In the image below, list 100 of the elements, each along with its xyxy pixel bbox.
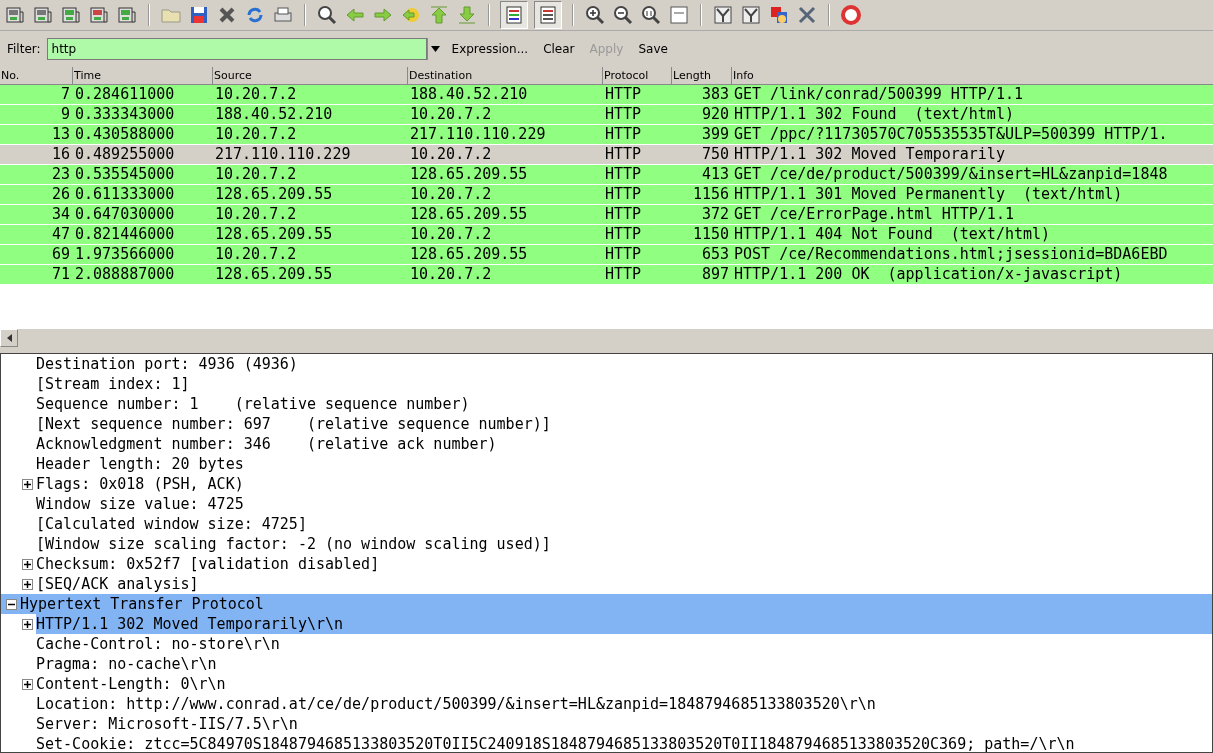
zoom-reset-icon[interactable] [640,4,662,26]
tree-item[interactable]: [Calculated window size: 4725] [36,514,309,534]
scroll-left-button[interactable] [0,329,18,347]
stop-capture-icon[interactable] [88,4,110,26]
tree-item[interactable]: Server: Microsoft-IIS/7.5\r\n [36,714,300,734]
table-cell-text: 10.20.7.2 [214,205,298,224]
table-cell-text: 0.489255000 [74,145,176,164]
packet-row[interactable]: 71 2.088887000 128.65.209.55 10.20.7.2 HTTP 897 HTTP/1.1 200 OK (application/x-javascript) [0,265,1213,285]
expand-icon[interactable] [21,618,33,630]
packet-row[interactable]: 23 0.535545000 10.20.7.2 128.65.209.55 HTTP 413 GET /ce/de/product/500399/&insert=HL&zanpid=1848 [0,165,1213,185]
table-cell-text: 23 [50,165,71,184]
tree-item[interactable]: Set-Cookie: ztcc=5C84970S1848794685133803520T0II5C240918S1848794685133803520T0II1848794685133803520C369; path=/\r\n [36,734,1077,752]
tree-item[interactable]: Checksum: 0x52f7 [validation disabled] [36,554,382,574]
table-cell-text: 47 [50,225,71,244]
table-cell-text: POST /ce/Recommendations.html;jsessionid=BDA6EBD [733,245,1168,264]
filter-field[interactable]: http [46,38,427,60]
table-cell-text: 0.647030000 [74,205,176,224]
tree-item[interactable]: Pragma: no-cache\r\n [36,654,219,674]
table-cell-text: 383 [700,85,730,104]
table-cell-text: 128.65.209.55 [409,205,529,224]
capture-filter-icon[interactable] [712,4,734,26]
table-cell-text: 128.65.209.55 [214,225,334,244]
expand-icon[interactable] [21,678,33,690]
table-cell-text: 413 [700,165,730,184]
table-cell-text: 10.20.7.2 [214,125,298,144]
expand-icon[interactable] [21,478,33,490]
packet-row[interactable]: 9 0.333343000 188.40.52.210 10.20.7.2 HTTP 920 HTTP/1.1 302 Found (text/html) [0,105,1213,125]
table-cell-text: GET /ce/de/product/500399/&insert=HL&zanpid=1848 [733,165,1168,184]
tree-item[interactable]: Location: http://www.conrad.at/ce/de/product/500399/&insert=HL&zanpid=1848794685133803520\r\n [36,694,878,714]
tree-item[interactable]: [Window size scaling factor: -2 (no window scaling used)] [36,534,553,554]
table-cell-text: 10.20.7.2 [409,105,493,124]
auto-scroll-button[interactable] [534,1,562,29]
search-icon[interactable] [316,4,338,26]
table-cell-text: 10.20.7.2 [409,185,493,204]
tree-item[interactable]: Destination port: 4936 (4936) [36,354,300,374]
packet-row[interactable]: 34 0.647030000 10.20.7.2 128.65.209.55 HTTP 372 GET /ce/ErrorPage.html HTTP/1.1 [0,205,1213,225]
table-cell-text: 16 [50,145,71,164]
colorize-button[interactable] [500,1,528,29]
table-cell-text: HTTP [604,105,643,124]
resize-columns-icon[interactable] [668,4,690,26]
table-cell-text: HTTP [604,225,643,244]
table-cell-text: 9 [59,105,71,124]
tree-item[interactable]: [Next sequence number: 697 (relative sequence number)] [36,414,553,434]
tree-item[interactable]: Flags: 0x018 (PSH, ACK) [36,474,246,494]
save-icon[interactable] [188,4,210,26]
restart-capture-icon[interactable] [116,4,138,26]
tree-item[interactable]: [Stream index: 1] [36,374,192,394]
capture-options-icon[interactable] [32,4,54,26]
column-header[interactable]: Length [671,67,731,84]
packet-row[interactable]: 26 0.611333000 128.65.209.55 10.20.7.2 HTTP 1156 HTTP/1.1 301 Moved Permanently (text/html) [0,185,1213,205]
zoom-out-icon[interactable] [612,4,634,26]
tree-item[interactable]: Window size value: 4725 [36,494,246,514]
table-cell-text: 0.611333000 [74,185,176,204]
expand-icon[interactable] [21,558,33,570]
caret-icon [430,46,440,52]
tree-item[interactable]: [SEQ/ACK analysis] [36,574,201,594]
interface-list-icon[interactable] [4,4,26,26]
filter-action-button[interactable]: Save [632,42,674,56]
table-cell-text: HTTP [604,165,643,184]
table-cell-text: 128.65.209.55 [214,265,334,284]
tree-item[interactable]: Acknowledgment number: 346 (relative ack number) [36,434,499,454]
table-cell-text: 7 [59,85,71,104]
display-filter-icon[interactable] [740,4,762,26]
tree-item[interactable]: Content-Length: 0\r\n [36,674,228,694]
table-cell-text: 128.65.209.55 [409,165,529,184]
table-cell-text: 188.40.52.210 [409,85,529,104]
column-header[interactable]: Time [72,67,212,84]
start-capture-icon[interactable] [60,4,82,26]
table-cell-text: 128.65.209.55 [409,245,529,264]
column-header[interactable]: Protocol [602,67,671,84]
help-icon[interactable] [840,4,862,26]
table-cell-text: 217.110.110.229 [409,125,547,144]
table-cell-text: 13 [50,125,71,144]
table-cell-text: HTTP [604,265,643,284]
zoom-in-icon[interactable] [584,4,606,26]
column-header[interactable]: No. [0,67,72,84]
packet-row[interactable]: 69 1.973566000 10.20.7.2 128.65.209.55 HTTP 653 POST /ce/Recommendations.html;jsessionid=BDA6EBD [0,245,1213,265]
column-header[interactable]: Source [212,67,407,84]
table-cell-text: 0.333343000 [74,105,176,124]
tree-item[interactable]: HTTP/1.1 302 Moved Temporarily\r\n [36,614,1212,634]
table-cell-text: 217.110.110.229 [214,145,352,164]
tree-item[interactable]: Sequence number: 1 (relative sequence number) [36,394,472,414]
packet-row[interactable]: 16 0.489255000 217.110.110.229 10.20.7.2 HTTP 750 HTTP/1.1 302 Moved Temporarily [0,145,1213,165]
table-cell-text: 71 [50,265,71,284]
collapse-icon[interactable] [5,598,17,610]
tree-item[interactable]: Cache-Control: no-store\r\n [36,634,282,654]
coloring-rules-icon[interactable] [768,4,790,26]
packet-row[interactable]: 7 0.284611000 10.20.7.2 188.40.52.210 HTTP 383 GET /link/conrad/500399 HTTP/1.1 [0,85,1213,105]
packet-row[interactable]: 13 0.430588000 10.20.7.2 217.110.110.229 HTTP 399 GET /ppc/?11730570C705535535T&ULP=500399 HTTP/1. [0,125,1213,145]
table-cell-text: HTTP [604,185,643,204]
filter-action-button[interactable]: Expression... [445,42,535,56]
column-header[interactable]: Destination [407,67,602,84]
expand-icon[interactable] [21,578,33,590]
table-cell-text: 1.973566000 [74,245,176,264]
packet-row[interactable]: 47 0.821446000 128.65.209.55 10.20.7.2 HTTP 1150 HTTP/1.1 404 Not Found (text/html) [0,225,1213,245]
column-header[interactable]: Info [731,67,1213,84]
table-cell-text: 10.20.7.2 [409,145,493,164]
horizontal-scrollbar[interactable] [0,328,1213,347]
filter-action-button[interactable]: Clear [537,42,581,56]
tree-item[interactable]: Header length: 20 bytes [36,454,246,474]
